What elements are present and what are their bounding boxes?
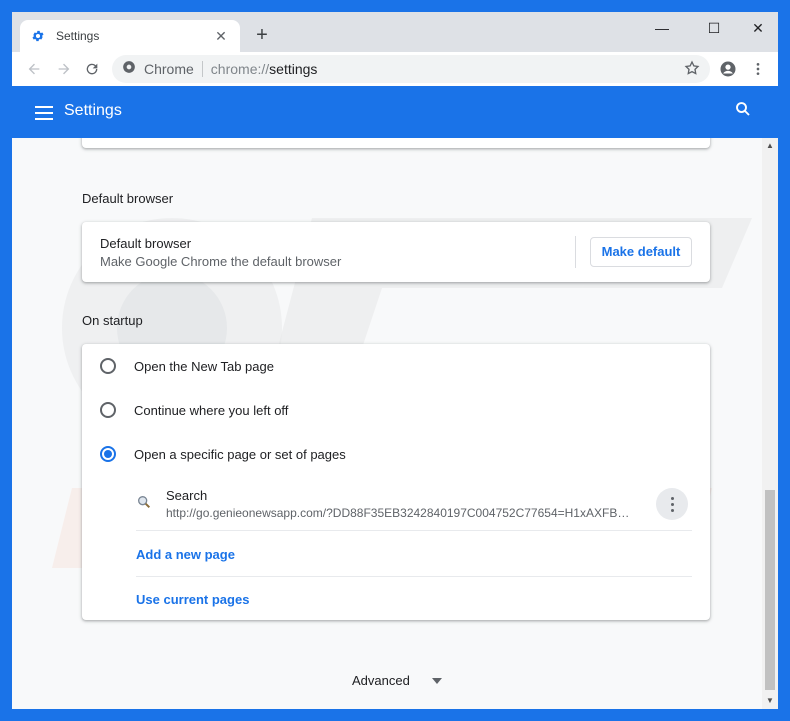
tab-title: Settings [56, 29, 100, 43]
scroll-thumb[interactable] [765, 490, 775, 690]
close-window-button[interactable]: ✕ [738, 16, 778, 40]
default-browser-heading: Default browser [82, 191, 174, 206]
new-tab-button[interactable]: + [250, 24, 274, 48]
browser-frame: Settings ✕ + — ☐ ✕ Chrome chrome:// sett… [12, 12, 778, 709]
reload-icon[interactable] [80, 57, 104, 81]
advanced-toggle[interactable]: Advanced [352, 671, 442, 689]
divider [136, 576, 692, 577]
url-host: settings [269, 61, 318, 77]
maximize-button[interactable]: ☐ [694, 16, 734, 40]
scroll-down-arrow[interactable]: ▼ [766, 697, 774, 705]
startup-page-url: http://go.genieonewsapp.com/?DD88F35EB32… [166, 506, 630, 520]
search-icon[interactable] [734, 100, 758, 124]
scroll-up-arrow[interactable]: ▲ [766, 142, 774, 150]
minimize-button[interactable]: — [642, 16, 682, 40]
radio-label: Continue where you left off [134, 402, 289, 418]
back-arrow-icon[interactable] [22, 57, 46, 81]
profile-icon[interactable] [716, 57, 740, 81]
tab-settings[interactable]: Settings ✕ [20, 20, 240, 52]
kebab-menu-icon[interactable] [746, 57, 770, 81]
address-bar[interactable]: Chrome chrome:// settings [112, 55, 710, 83]
forward-arrow-icon[interactable] [52, 57, 76, 81]
tab-strip: Settings ✕ + — ☐ ✕ [12, 12, 778, 52]
radio-label: Open a specific page or set of pages [134, 446, 346, 462]
radio-button[interactable] [100, 402, 116, 418]
site-label: Chrome [144, 61, 194, 77]
on-startup-card: Open the New Tab page Continue where you… [82, 344, 710, 620]
startup-option-specific-pages[interactable]: Open a specific page or set of pages [100, 444, 346, 464]
magnifier-icon [136, 494, 152, 515]
hamburger-icon[interactable] [32, 102, 56, 122]
make-default-button[interactable]: Make default [590, 237, 692, 267]
url-scheme: chrome:// [210, 61, 270, 77]
chevron-down-icon [431, 671, 442, 689]
settings-content: Default browser Default browser Make Goo… [12, 138, 762, 709]
previous-section-card [82, 138, 710, 148]
page-more-actions-button[interactable] [656, 488, 688, 520]
page-scrollbar[interactable]: ▲ ▼ [762, 138, 778, 709]
advanced-label: Advanced [352, 672, 410, 688]
startup-option-continue[interactable]: Continue where you left off [100, 400, 288, 420]
star-icon[interactable] [684, 60, 702, 78]
gear-icon [30, 28, 46, 44]
startup-option-new-tab[interactable]: Open the New Tab page [100, 356, 274, 376]
startup-page-title: Search [166, 488, 208, 503]
browser-toolbar: Chrome chrome:// settings [12, 52, 778, 86]
startup-page-entry: Search http://go.genieonewsapp.com/?DD88… [136, 484, 692, 524]
on-startup-heading: On startup [82, 313, 143, 328]
radio-button-checked[interactable] [100, 446, 116, 462]
default-browser-card-title: Default browser [100, 236, 192, 251]
default-browser-card-subtitle: Make Google Chrome the default browser [100, 254, 342, 269]
info-icon[interactable] [122, 60, 136, 79]
browser-window: Settings ✕ + — ☐ ✕ Chrome chrome:// sett… [0, 0, 790, 721]
settings-header: Settings [12, 86, 778, 138]
add-new-page-link[interactable]: Add a new page [136, 547, 235, 562]
default-browser-card: Default browser Make Google Chrome the d… [82, 222, 710, 282]
radio-button[interactable] [100, 358, 116, 374]
radio-label: Open the New Tab page [134, 358, 274, 374]
page-title: Settings [64, 102, 122, 119]
divider [575, 236, 576, 268]
omnibox-divider [201, 61, 203, 77]
use-current-pages-link[interactable]: Use current pages [136, 592, 249, 607]
close-icon[interactable]: ✕ [212, 28, 230, 45]
divider [136, 530, 692, 531]
